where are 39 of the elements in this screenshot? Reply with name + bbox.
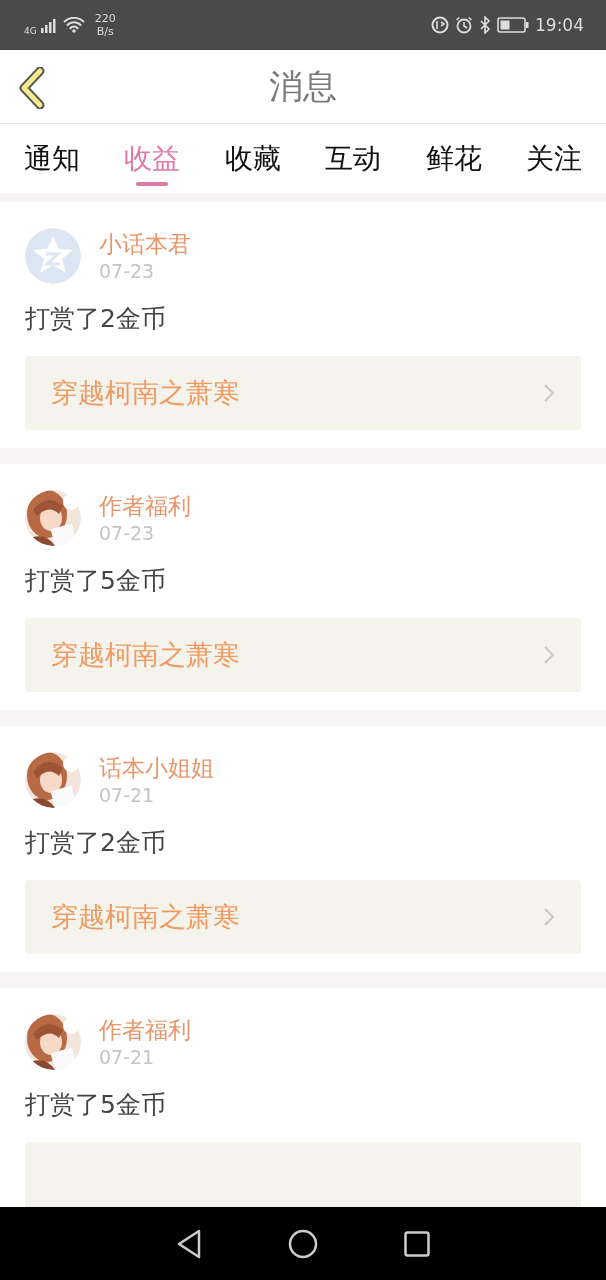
message-text: 打赏了2金币	[25, 827, 167, 859]
sender-name[interactable]: 作者福利	[99, 491, 191, 521]
clock: 19:04	[535, 15, 584, 35]
tab[interactable]: 收益	[124, 124, 181, 193]
page-title: 消息	[269, 64, 337, 108]
back-icon[interactable]	[176, 1228, 202, 1259]
avatar-icon	[25, 228, 81, 284]
sender-name[interactable]: 小话本君	[99, 229, 191, 259]
sender-name[interactable]: 话本小姐姐	[99, 753, 214, 783]
message-date: 07-21	[99, 783, 156, 807]
home-icon[interactable]	[288, 1228, 318, 1259]
data-saver-icon	[431, 16, 449, 34]
message-date: 07-23	[99, 259, 156, 283]
message-date: 07-23	[99, 521, 156, 545]
tab[interactable]: 鲜花	[425, 124, 482, 193]
alarm-icon	[455, 16, 473, 34]
chevron-right-icon	[543, 907, 555, 927]
signal-icon	[40, 17, 59, 33]
sender-name[interactable]: 作者福利	[99, 1015, 191, 1045]
tab[interactable]: 关注	[525, 124, 582, 193]
chevron-right-icon	[543, 383, 555, 403]
recents-icon[interactable]	[404, 1230, 430, 1257]
bluetooth-icon	[479, 16, 491, 34]
chevron-right-icon	[543, 645, 555, 665]
tab[interactable]: 收藏	[224, 124, 281, 193]
tab[interactable]: 通知	[24, 124, 80, 193]
wifi-icon	[62, 17, 85, 33]
speed-unit: B/s	[96, 25, 114, 38]
battery-icon	[497, 17, 529, 33]
message-date: 07-21	[99, 1045, 156, 1069]
network-label: 4G	[24, 26, 37, 36]
book-link[interactable]: 穿越柯南之萧寒	[25, 618, 581, 692]
tab[interactable]: 互动	[325, 124, 382, 193]
book-link[interactable]: 穿越柯南之萧寒	[25, 880, 581, 954]
speed-value: 220	[94, 12, 116, 25]
message-text: 打赏了5金币	[25, 1089, 167, 1121]
message-text: 打赏了5金币	[25, 565, 167, 597]
message-text: 打赏了2金币	[25, 303, 167, 335]
book-link[interactable]: 穿越柯南之萧寒	[25, 356, 581, 430]
